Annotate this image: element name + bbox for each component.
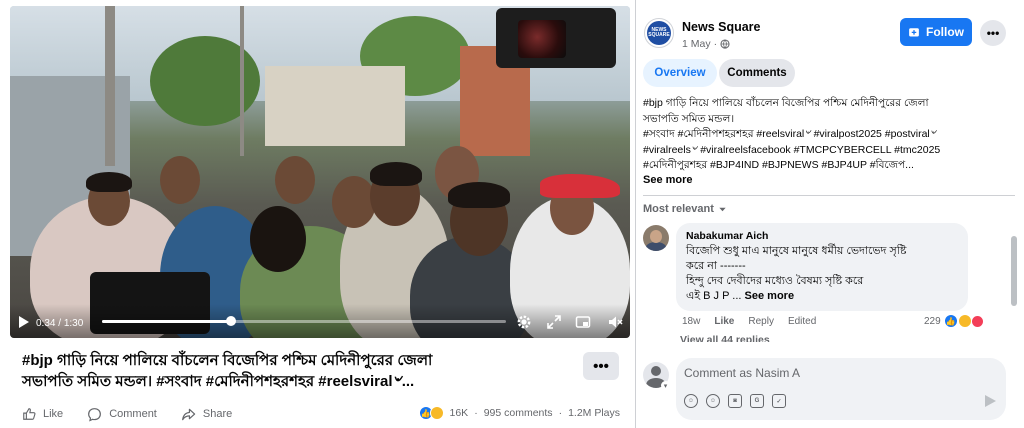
video-progress-fill [102,320,232,323]
comment-icon [88,407,102,422]
description-line: #bjp গাড়ি নিয়ে পালিয়ে বাঁচলেন বিজেপির… [643,97,929,109]
sticker-icon[interactable]: ✓ [772,394,786,408]
play-icon[interactable] [19,316,29,328]
post-description: #bjp গাড়ি নিয়ে পালিয়ে বাঁচলেন বিজেপির… [643,96,1013,174]
comment-author[interactable]: Nabakumar Aich [686,230,958,242]
meta-dot: · [713,38,718,50]
fullscreen-icon[interactable] [546,314,562,330]
follow-icon [909,28,919,37]
post-date[interactable]: 1 May [682,38,711,50]
comments-count[interactable]: 995 comments [484,407,553,419]
post-meta: 1 May · [682,38,730,50]
globe-icon [720,39,730,49]
comment-text-line: হিন্দু দেব দেবীদের মধ্যেও বৈষম্য সৃষ্টি … [686,275,864,287]
comment-text-line: এই B J P ... [686,290,742,302]
commenter-avatar[interactable] [643,225,669,251]
video-progress-bar[interactable] [102,316,506,326]
comment-age[interactable]: 18w [682,316,700,327]
chevron-down-icon[interactable]: ▾ [661,381,670,390]
comment-text-line: বিজেপি শুধু মাএ মানুষে মানুষে ধর্মীয় ভে… [686,245,907,257]
comment-label: Comment [109,408,157,420]
love-reaction-icon [970,314,984,328]
thumbs-up-icon [23,408,36,420]
stats-separator: · [558,407,563,419]
post-actions: Like Comment Share [22,404,256,424]
follow-label: Follow [926,25,964,39]
chevron-down-icon [719,207,726,211]
comment-composer: ☺ ☺ ◙ G ✓ [676,358,1006,420]
comment-bubble: Nabakumar Aich বিজেপি শুধু মাএ মানুষে মা… [676,223,968,311]
post-stats: 👍 16K · 995 comments · 1.2M Plays [418,406,620,420]
post-title: #bjp গাড়ি নিয়ে পালিয়ে বাঁচলেন বিজেপির… [22,350,562,392]
video-controls: 0:34 / 1:30 [10,304,630,338]
page-options-button[interactable]: ••• [980,20,1006,46]
description-see-more[interactable]: See more [643,174,693,186]
description-line: সভাপতি সমিত মন্ডল। [643,112,735,125]
description-hashtags[interactable]: #সংবাদ #মেদিনীপশহরশহর #reelsviral৺ #vira… [643,127,1013,143]
comment-meta: 18w Like Reply Edited [682,316,816,327]
share-icon [181,408,196,420]
gif-icon[interactable]: G [750,394,764,408]
comment-text-line: করে না ------- [686,260,746,272]
post-title-line-2: সভাপতি সমিত মন্ডল। #সংবাদ #মেদিনীপশহরশহর… [22,373,415,390]
comment-like-button[interactable]: Like [714,316,734,327]
post-more-button[interactable]: ••• [583,352,619,380]
video-frame [10,6,630,338]
comment-reaction-count: 229 [924,315,941,327]
send-icon[interactable] [985,395,996,407]
follow-button[interactable]: Follow [900,18,972,46]
reactions-count[interactable]: 16K [450,407,469,419]
stats-separator: · [474,407,478,419]
avatar-sticker-icon[interactable]: ☺ [684,394,698,408]
video-time: 0:34 / 1:30 [36,318,84,329]
comment-reactions[interactable]: 229 👍 [924,314,984,328]
page-logo: NEWS SQUARE [647,21,671,45]
comments-scrollbar[interactable] [1011,236,1017,306]
camera-icon[interactable]: ◙ [728,394,742,408]
comment-edited-label: Edited [787,316,817,327]
post-title-line-1: #bjp গাড়ি নিয়ে পালিয়ে বাঁচলেন বিজেপির… [22,352,433,369]
tab-comments[interactable]: Comments [719,59,795,87]
like-button[interactable]: Like [22,407,63,421]
video-progress-knob[interactable] [226,316,237,326]
comment-sort-dropdown[interactable]: Most relevant [643,203,727,215]
comment-reply-button[interactable]: Reply [748,316,774,327]
sort-label: Most relevant [643,203,714,215]
comment-see-more[interactable]: See more [745,290,795,302]
video-player[interactable]: 0:34 / 1:30 [10,6,630,338]
plays-count: 1.2M Plays [568,407,620,419]
haha-reaction-icon [957,314,972,328]
tab-overview[interactable]: Overview [643,59,717,87]
post-sidebar: NEWS SQUARE News Square 1 May · Follow •… [636,0,1024,428]
description-hashtags[interactable]: #মেদিনীপুরশহর #BJP4IND #BJPNEWS #BJP4UP … [643,158,1013,174]
comment-text: বিজেপি শুধু মাএ মানুষে মানুষে ধর্মীয় ভে… [686,244,958,304]
video-post-panel: 0:34 / 1:30 #bjp গাড়ি নিয়ে পালিয়ে বাঁ… [0,0,636,428]
description-hashtags[interactable]: #viralreels৺ #viralreelsfacebook #TMCPCY… [643,143,1013,159]
settings-icon[interactable] [516,314,532,330]
share-button[interactable]: Share [181,407,232,422]
share-label: Share [202,408,233,420]
pip-icon[interactable] [575,314,591,330]
reaction-icons[interactable]: 👍 [418,406,444,420]
like-label: Like [43,408,64,420]
view-replies-link[interactable]: View all 44 replies [680,334,770,342]
comment-button[interactable]: Comment [87,407,157,422]
haha-reaction-icon [429,406,444,420]
comment-input[interactable] [684,366,984,380]
composer-tools: ☺ ☺ ◙ G ✓ [684,394,786,408]
like-reaction-icon: 👍 [943,314,958,328]
section-divider [643,195,1015,196]
mute-icon[interactable] [607,314,623,330]
page-avatar[interactable]: NEWS SQUARE [644,18,674,48]
emoji-icon[interactable]: ☺ [706,394,720,408]
page-name[interactable]: News Square [682,20,761,34]
